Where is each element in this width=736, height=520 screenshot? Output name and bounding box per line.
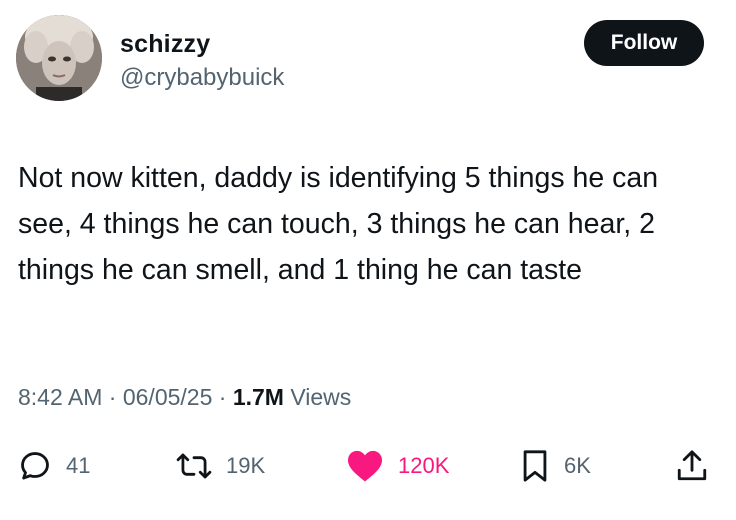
bookmark-button[interactable]: 6K [520, 444, 591, 488]
action-bar: 41 19K 120K 6K [0, 444, 736, 488]
repost-button[interactable]: 19K [176, 444, 265, 488]
reply-button[interactable]: 41 [18, 444, 90, 488]
meta-separator: · [102, 384, 123, 410]
like-button[interactable]: 120K [346, 444, 449, 488]
tweet-date[interactable]: 06/05/25 [123, 384, 213, 410]
views-count: 1.7M [232, 384, 284, 410]
follow-button[interactable]: Follow [584, 20, 704, 66]
tweet-meta: 8:42 AM · 06/05/25 · 1.7M Views [18, 384, 351, 411]
share-button[interactable] [676, 444, 708, 488]
user-handle[interactable]: @crybabybuick [120, 64, 284, 92]
reply-icon [21, 452, 49, 480]
display-name[interactable]: schizzy [120, 30, 210, 59]
bookmark-count: 6K [564, 453, 591, 478]
tweet-text: Not now kitten, daddy is identifying 5 t… [18, 162, 659, 286]
avatar-image [16, 15, 102, 101]
reply-count: 41 [66, 453, 91, 478]
repost-count: 19K [226, 453, 266, 478]
views-label: Views [283, 384, 352, 410]
retweet-icon [176, 453, 212, 479]
tweet-time[interactable]: 8:42 AM [18, 384, 102, 410]
meta-separator: · [212, 384, 233, 410]
like-count: 120K [398, 453, 450, 478]
bookmark-icon [523, 450, 547, 482]
share-icon [677, 450, 707, 481]
heart-icon [348, 450, 382, 482]
avatar[interactable] [16, 15, 102, 101]
